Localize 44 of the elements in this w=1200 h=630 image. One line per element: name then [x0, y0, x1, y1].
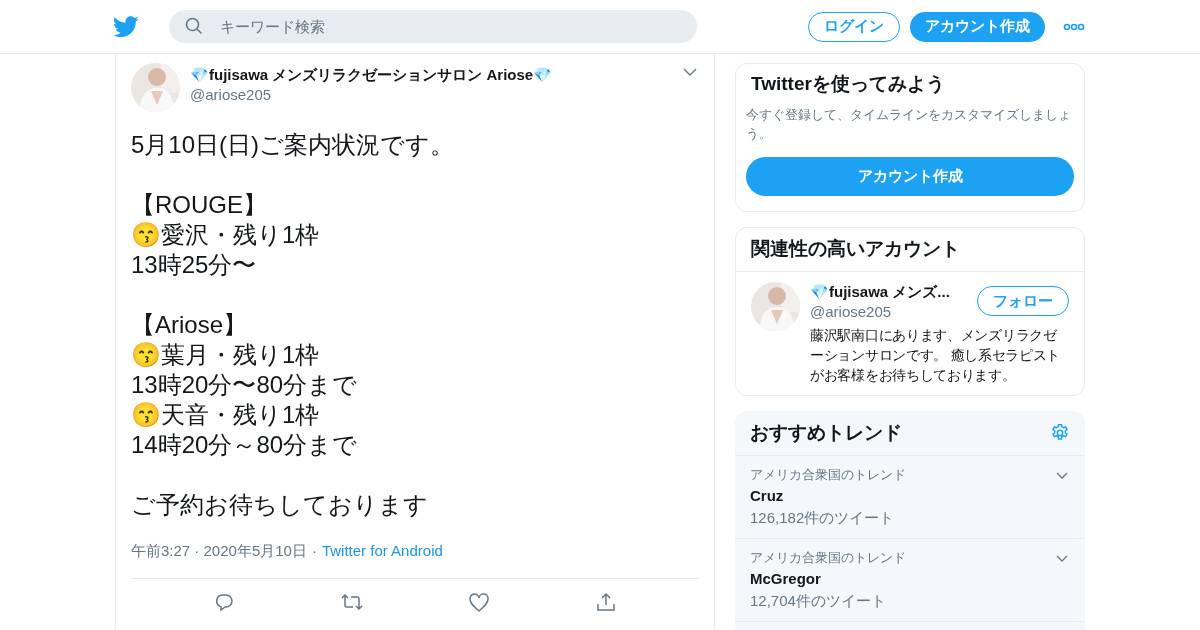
tweet-text-line: 13時20分〜80分まで: [131, 370, 359, 400]
tweet-text-line: 13時25分〜: [131, 250, 258, 280]
search-icon: [185, 17, 203, 35]
reply-icon[interactable]: [214, 592, 235, 612]
tweet-text-line: 5月10日(日)ご案内状況です。: [131, 130, 456, 160]
share-icon[interactable]: [595, 592, 616, 612]
search-field[interactable]: キーワード検索: [169, 10, 697, 43]
tweet-timestamp[interactable]: 午前3:27 · 2020年5月10日: [131, 540, 307, 563]
tweet-text-line: ご予約お待ちしております: [131, 490, 429, 520]
card-title: 関連性の高いアカウント: [736, 228, 1084, 272]
tweet-text-line: 😙葉月・残り1枠: [131, 340, 321, 370]
chevron-icon[interactable]: [1056, 554, 1068, 562]
chevron-icon[interactable]: [683, 68, 697, 76]
trend-context: アメリカ合衆国のトレンド: [750, 549, 906, 567]
tweet-text-line: 【ROUGE】: [131, 190, 268, 220]
tweet-count: 12,704件のツイート: [750, 591, 887, 611]
source-link[interactable]: Twitter for Android: [321, 540, 443, 563]
trend-name: McGregor: [750, 569, 822, 589]
bird-logo-icon[interactable]: [113, 15, 139, 38]
account-bio: 藤沢駅南口にあります、メンズリラクゼーションサロンです。 癒し系セラピストがお客様をお待ちしております。: [810, 326, 1062, 385]
heart-icon[interactable]: [469, 592, 490, 612]
card-title: おすすめトレンド: [750, 420, 902, 445]
card-title: Twitterを使ってみよう: [750, 72, 946, 96]
tweet-text-line: 😙天音・残り1枠: [131, 400, 321, 430]
tweet-count: 126,182件のツイート: [750, 508, 896, 528]
user-name[interactable]: 💎fujisawa メンズリラクゼーションサロン Ariose💎: [190, 65, 553, 85]
trend-context: アメリカ合衆国のトレンド: [750, 466, 906, 484]
trend-item[interactable]: アメリカ合衆国のトレンド Cruz 126,182件のツイート: [735, 456, 1085, 539]
separator-dot: ·: [310, 541, 318, 561]
trend-item[interactable]: アメリカ合衆国のトレンド McGregor 12,704件のツイート: [735, 539, 1085, 622]
trend-name: Cruz: [750, 486, 785, 506]
more-icon[interactable]: [1063, 22, 1085, 31]
account-name[interactable]: 💎fujisawa メンズ...: [810, 282, 977, 302]
tweet-text-line: 😙愛沢・残り1枠: [131, 220, 321, 250]
card-text: 今すぐ登録して、タイムラインをカスタマイズしましょう。: [746, 106, 1072, 143]
tweet-text-line: 14時20分～80分まで: [131, 430, 359, 460]
user-handle[interactable]: @ariose205: [190, 85, 553, 105]
retweet-icon[interactable]: [340, 592, 363, 612]
account-handle[interactable]: @ariose205: [810, 302, 977, 322]
signup-button[interactable]: アカウント作成: [910, 11, 1045, 42]
chevron-icon[interactable]: [1056, 471, 1068, 479]
signup-button[interactable]: アカウント作成: [746, 157, 1074, 196]
settings-icon[interactable]: [1050, 423, 1070, 443]
tweet-text-line: 【Ariose】: [131, 310, 249, 340]
